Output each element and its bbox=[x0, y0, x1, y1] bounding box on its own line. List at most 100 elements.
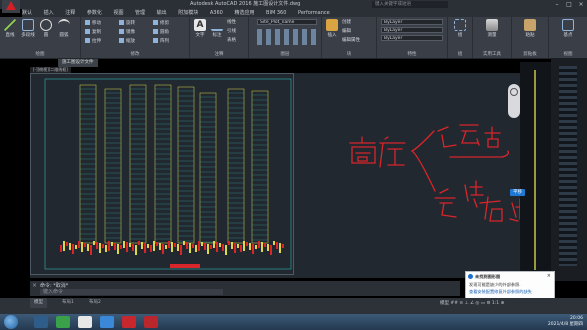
lineweight-dropdown[interactable]: ByLayer bbox=[381, 35, 443, 41]
basepoint-button[interactable]: 基点 bbox=[560, 19, 576, 38]
line-icon bbox=[4, 19, 16, 31]
browser-icon[interactable] bbox=[56, 316, 70, 328]
move-icon bbox=[85, 20, 90, 25]
basepoint-icon bbox=[562, 19, 574, 31]
tab-view[interactable]: 视图 bbox=[113, 10, 123, 16]
polyline-button[interactable]: 多段线 bbox=[20, 19, 36, 38]
start-button-icon[interactable] bbox=[4, 315, 18, 329]
arc-icon bbox=[58, 19, 70, 31]
wps-icon[interactable] bbox=[144, 316, 158, 328]
explorer-icon[interactable] bbox=[78, 316, 92, 328]
mirror-button[interactable]: 镜像 bbox=[119, 29, 135, 35]
steering-wheel-icon[interactable] bbox=[510, 88, 518, 96]
windows-taskbar: 20:06 2021/4/8 星期四 bbox=[0, 314, 587, 330]
group-button[interactable]: 组 bbox=[452, 19, 468, 38]
tab-manage[interactable]: 管理 bbox=[135, 10, 145, 16]
array-button[interactable]: 阵列 bbox=[153, 38, 169, 44]
ribbon-panel: 直线 多段线 圆 圆弧 绘图 移动 旋转 修剪 复制 镜像 圆角 拉伸 缩放 阵… bbox=[0, 17, 587, 59]
title-bar: Autodesk AutoCAD 2016 施工图设计文件.dwg 键入关键字或… bbox=[0, 0, 587, 13]
file-tab[interactable]: 施工图设计文件 bbox=[58, 59, 98, 67]
tab-performance[interactable]: Performance bbox=[298, 10, 330, 16]
linear-button[interactable]: 线性 bbox=[227, 20, 236, 26]
arc-button[interactable]: 圆弧 bbox=[56, 19, 72, 38]
measure-button[interactable]: 测量 bbox=[484, 19, 500, 38]
color-dropdown[interactable]: ByLayer bbox=[381, 19, 443, 25]
measure-icon bbox=[486, 19, 498, 31]
minimize-icon[interactable]: – bbox=[551, 0, 563, 9]
clipboard-group-label: 剪贴板 bbox=[523, 52, 537, 57]
table-button[interactable]: 表格 bbox=[227, 38, 236, 44]
tab-a360[interactable]: A360 bbox=[210, 10, 223, 16]
secondary-viewport[interactable] bbox=[520, 62, 551, 278]
layout-tab-1[interactable]: 布局1 bbox=[58, 298, 78, 308]
insert-block-icon bbox=[326, 19, 338, 31]
copy-button[interactable]: 复制 bbox=[85, 29, 101, 35]
handwritten-annotation bbox=[349, 124, 522, 222]
layout-tab-2[interactable]: 布局2 bbox=[85, 298, 105, 308]
tab-featured-apps[interactable]: 精选应用 bbox=[234, 10, 254, 16]
move-button[interactable]: 移动 bbox=[85, 20, 101, 26]
insert-block-button[interactable]: 插入 bbox=[324, 19, 340, 38]
properties-group-label: 特性 bbox=[407, 52, 417, 57]
status-tools[interactable]: 模型 ## ≡ ⊥ ∠ ◎ ▭ ⚙ 1:1 ⊕ bbox=[440, 300, 504, 308]
group-icon bbox=[454, 19, 466, 31]
tab-output[interactable]: 输出 bbox=[157, 10, 167, 16]
tab-insert[interactable]: 插入 bbox=[44, 10, 54, 16]
scale-icon bbox=[119, 38, 124, 43]
dimension-button[interactable]: 标注 bbox=[209, 19, 225, 38]
modify-group-label: 修改 bbox=[130, 52, 140, 57]
tab-addins[interactable]: 附加模块 bbox=[178, 10, 198, 16]
trim-button[interactable]: 修剪 bbox=[153, 20, 169, 26]
maximize-icon[interactable]: □ bbox=[563, 0, 575, 9]
linetype-dropdown[interactable]: ByLayer bbox=[381, 27, 443, 33]
notification-link[interactable]: 查看安装配置修复外部参照的缺失 bbox=[469, 289, 532, 295]
text-icon: A bbox=[194, 19, 206, 31]
stretch-icon bbox=[85, 38, 90, 43]
chat-icon[interactable] bbox=[100, 316, 114, 328]
drawing-canvas[interactable] bbox=[30, 73, 522, 278]
paste-button[interactable]: 粘贴 bbox=[522, 19, 538, 38]
status-bar: 模型 布局1 布局2 模型 ## ≡ ⊥ ∠ ◎ ▭ ⚙ 1:1 ⊕ bbox=[0, 298, 587, 314]
tab-annotate[interactable]: 注释 bbox=[65, 10, 75, 16]
leader-button[interactable]: 引线 bbox=[227, 29, 236, 35]
notification-balloon[interactable]: 未找到图形图 × 发现可能是缺少的外部参照. 查看安装配置修复外部参照的缺失 bbox=[465, 271, 555, 300]
fillet-button[interactable]: 圆角 bbox=[153, 29, 169, 35]
circle-button[interactable]: 圆 bbox=[38, 19, 54, 38]
dimension-icon bbox=[211, 19, 223, 31]
command-line: × 命令: *取消* 键入命令 bbox=[30, 281, 460, 296]
layer-dropdown[interactable]: Site_Plot_name bbox=[257, 19, 317, 25]
tab-default[interactable]: 默认 bbox=[22, 10, 32, 16]
line-button[interactable]: 直线 bbox=[2, 19, 18, 38]
close-icon[interactable]: × bbox=[575, 0, 587, 9]
tab-bim360[interactable]: BIM 360 bbox=[266, 10, 286, 16]
command-input[interactable]: 键入命令 bbox=[40, 289, 223, 295]
view-group-label: 视图 bbox=[563, 52, 573, 57]
info-icon bbox=[468, 274, 473, 279]
notification-close-icon[interactable]: × bbox=[547, 273, 551, 279]
side-palette[interactable] bbox=[551, 58, 587, 281]
media-player-icon[interactable] bbox=[34, 316, 48, 328]
mirror-icon bbox=[119, 29, 124, 34]
clock[interactable]: 20:06 2021/4/8 星期四 bbox=[548, 316, 583, 328]
autocad-logo-icon[interactable] bbox=[2, 0, 20, 13]
help-search-input[interactable]: 键入关键字或短语 bbox=[372, 1, 448, 8]
rotate-button[interactable]: 旋转 bbox=[119, 20, 135, 26]
navigation-bar[interactable] bbox=[508, 84, 520, 118]
block-group-label: 块 bbox=[346, 52, 352, 57]
command-close-icon[interactable]: × bbox=[32, 282, 37, 289]
layers-group-label: 图层 bbox=[280, 52, 290, 57]
edit-attribute-button[interactable]: 编辑属性 bbox=[342, 38, 360, 44]
edit-block-button[interactable]: 编辑 bbox=[342, 29, 351, 35]
annotation-group-label: 注释 bbox=[214, 52, 224, 57]
array-icon bbox=[153, 38, 158, 43]
autocad-task-icon[interactable] bbox=[122, 316, 136, 328]
create-block-button[interactable]: 创建 bbox=[342, 20, 351, 26]
view-group: 基点 视图 bbox=[549, 17, 587, 58]
screen: Autodesk AutoCAD 2016 施工图设计文件.dwg 键入关键字或… bbox=[0, 0, 587, 330]
stretch-button[interactable]: 拉伸 bbox=[85, 38, 101, 44]
text-button[interactable]: A 文字 bbox=[192, 19, 208, 38]
layer-tools-icon[interactable] bbox=[257, 29, 317, 45]
model-tab[interactable]: 模型 bbox=[30, 298, 47, 308]
tab-parametric[interactable]: 参数化 bbox=[87, 10, 102, 16]
scale-button[interactable]: 缩放 bbox=[119, 38, 135, 44]
